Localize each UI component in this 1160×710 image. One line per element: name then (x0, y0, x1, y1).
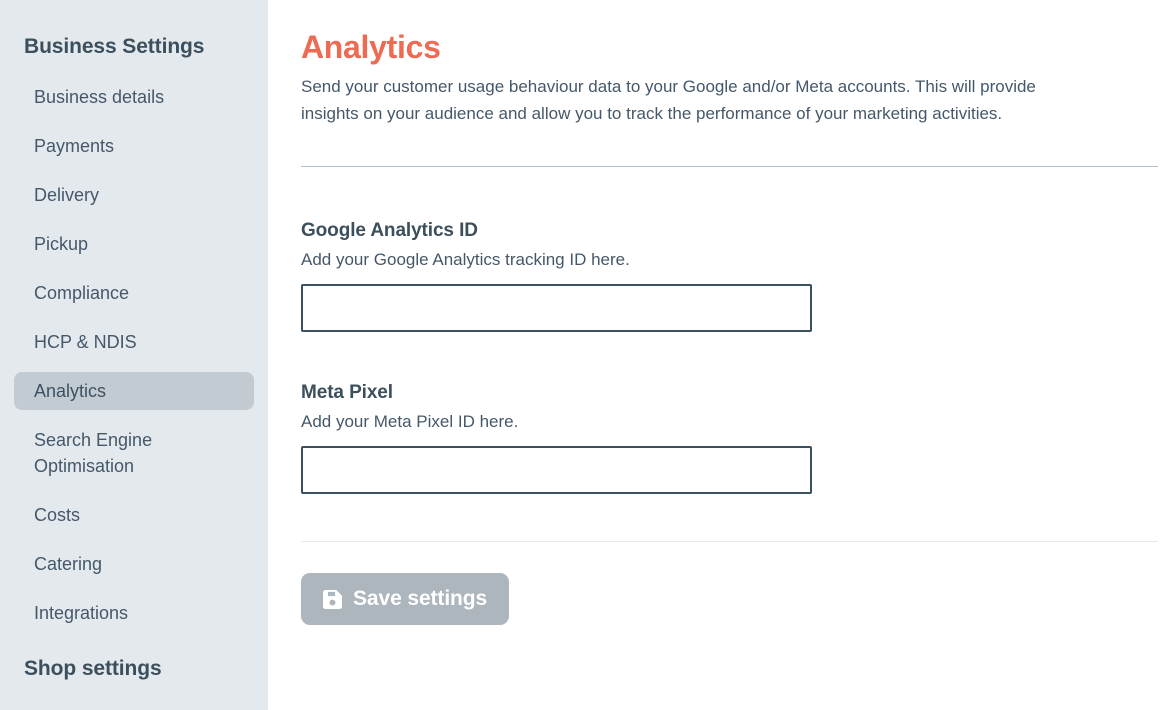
sidebar-item-search-engine-optimisation[interactable]: Search Engine Optimisation (14, 421, 254, 485)
analytics-settings-panel: Analytics Send your customer usage behav… (268, 0, 1160, 710)
field-google-analytics-id: Google Analytics ID Add your Google Anal… (301, 218, 1160, 332)
sidebar-item-compliance[interactable]: Compliance (14, 274, 254, 312)
field-meta-pixel: Meta Pixel Add your Meta Pixel ID here. (301, 380, 1160, 494)
sidebar-item-label: HCP & NDIS (34, 332, 137, 352)
field-label: Google Analytics ID (301, 220, 478, 241)
settings-sidebar: Business Settings Business details Payme… (0, 0, 268, 710)
sidebar-item-label: Catering (34, 554, 103, 574)
meta-pixel-input[interactable] (301, 446, 812, 494)
save-floppy-disk-icon (323, 589, 342, 609)
settings-page: Business Settings Business details Payme… (0, 0, 1160, 710)
section-divider-bottom-wrap (301, 541, 1160, 542)
sidebar-item-catering[interactable]: Catering (14, 545, 254, 583)
sidebar-item-label: Payments (34, 136, 115, 156)
sidebar-item-business-details[interactable]: Business details (14, 78, 254, 116)
sidebar-item-analytics[interactable]: Analytics (14, 372, 254, 410)
google-analytics-id-input[interactable] (301, 284, 812, 332)
sidebar-item-label: Delivery (34, 185, 100, 205)
section-divider-bottom (301, 541, 1158, 542)
sidebar-item-label: Search Engine Optimisation (34, 430, 153, 476)
sidebar-item-label: Business details (34, 87, 165, 107)
sidebar-item-payments[interactable]: Payments (14, 127, 254, 165)
field-help-text: Add your Google Analytics tracking ID he… (301, 250, 630, 269)
sidebar-item-integrations[interactable]: Integrations (14, 594, 254, 632)
sidebar-business-items: Business details Payments Delivery Picku… (0, 78, 268, 632)
field-label: Meta Pixel (301, 382, 393, 403)
sidebar-item-hcp-ndis[interactable]: HCP & NDIS (14, 323, 254, 361)
section-divider-top (301, 166, 1158, 167)
sidebar-item-label: Compliance (34, 283, 130, 303)
field-help-text: Add your Meta Pixel ID here. (301, 412, 519, 431)
sidebar-heading-shop-settings: Shop settings (24, 657, 162, 680)
page-description: Send your customer usage behaviour data … (301, 77, 1036, 123)
sidebar-heading-business-settings: Business Settings (24, 35, 205, 58)
page-title: Analytics (301, 29, 441, 65)
sidebar-item-label: Integrations (34, 603, 129, 623)
sidebar-item-label: Analytics (34, 381, 107, 401)
save-settings-button[interactable]: Save settings (301, 573, 510, 625)
sidebar-item-costs[interactable]: Costs (14, 496, 254, 534)
sidebar-item-label: Costs (34, 505, 81, 525)
sidebar-item-label: Pickup (34, 234, 89, 254)
save-settings-button-label: Save settings (353, 587, 488, 610)
sidebar-item-delivery[interactable]: Delivery (14, 176, 254, 214)
sidebar-item-pickup[interactable]: Pickup (14, 225, 254, 263)
